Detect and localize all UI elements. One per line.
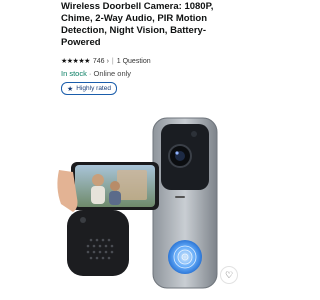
chevron-right-icon: › [106,57,109,65]
product-card[interactable]: Wireless Doorbell Camera: 1080P, Chime, … [53,0,247,300]
product-image[interactable] [53,100,247,300]
star-icon: ★ [67,85,74,93]
heart-icon[interactable]: ♡ [220,266,238,284]
highly-rated-badge: ★ Highly rated [61,82,117,95]
badge-label: Highly rated [76,85,111,92]
stock-status: In stock [61,69,87,78]
rating-row[interactable]: ★★★★★ 746 › | 1 Question [61,56,151,66]
wireless-chime [67,210,129,276]
product-title[interactable]: Wireless Doorbell Camera: 1080P, Chime, … [61,1,241,49]
smartphone [57,162,159,212]
divider: | [111,57,114,65]
rating-stars: ★★★★★ [61,58,90,65]
availability-text: · Online only [86,69,132,78]
doorbell-camera [152,117,218,289]
rating-count[interactable]: 746 [93,58,105,65]
questions-link[interactable]: 1 Question [117,58,151,65]
availability-row: In stock · Online only [61,69,131,78]
